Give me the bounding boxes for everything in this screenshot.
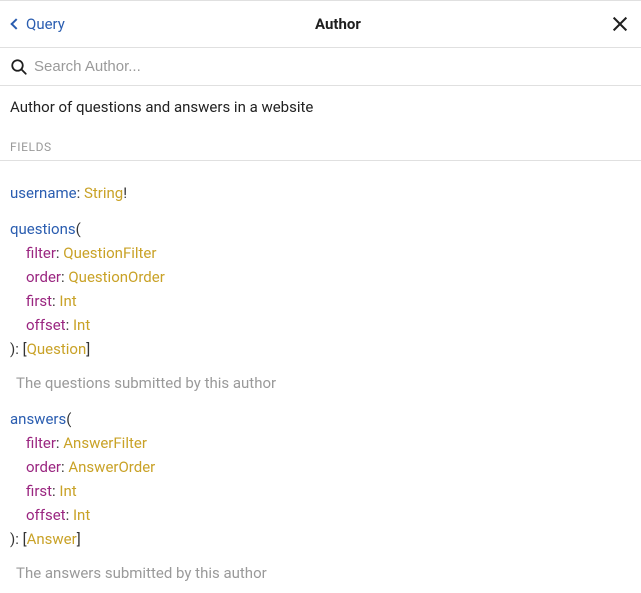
fields-list: username: String! questions( filter: Que… xyxy=(0,161,641,593)
arg-order[interactable]: order xyxy=(26,458,61,476)
arg-offset[interactable]: offset xyxy=(26,506,66,524)
arg-order[interactable]: order xyxy=(26,268,61,286)
type-int[interactable]: Int xyxy=(59,292,76,310)
back-label: Query xyxy=(26,15,65,33)
field-questions-description: The questions submitted by this author xyxy=(16,371,631,395)
arg-offset[interactable]: offset xyxy=(26,316,66,334)
nonnull-bang: ! xyxy=(123,184,127,202)
search-row xyxy=(0,48,641,86)
type-int[interactable]: Int xyxy=(59,482,76,500)
chevron-left-icon xyxy=(10,18,21,29)
type-description: Author of questions and answers in a web… xyxy=(0,86,641,130)
header-bar: Query Author xyxy=(0,0,641,48)
field-username: username: String! xyxy=(10,181,631,205)
close-paren: ): [ xyxy=(10,530,27,548)
colon: : xyxy=(77,184,84,202)
field-answers-description: The answers submitted by this author xyxy=(16,561,631,585)
page-title: Author xyxy=(315,15,361,33)
type-answerorder[interactable]: AnswerOrder xyxy=(68,458,155,476)
open-paren: ( xyxy=(76,220,81,238)
field-answers: answers( filter: AnswerFilter order: Ans… xyxy=(10,407,631,585)
arg-first[interactable]: first xyxy=(26,292,52,310)
type-string[interactable]: String xyxy=(84,184,123,202)
fields-section-label: FIELDS xyxy=(0,130,641,161)
type-int[interactable]: Int xyxy=(73,506,90,524)
field-questions: questions( filter: QuestionFilter order:… xyxy=(10,217,631,395)
close-button[interactable] xyxy=(611,15,629,33)
field-name-answers[interactable]: answers xyxy=(10,410,66,428)
type-questionorder[interactable]: QuestionOrder xyxy=(68,268,164,286)
arg-filter[interactable]: filter xyxy=(26,434,56,452)
search-icon xyxy=(10,58,28,76)
type-int[interactable]: Int xyxy=(73,316,90,334)
field-name-questions[interactable]: questions xyxy=(10,220,76,238)
arg-filter[interactable]: filter xyxy=(26,244,56,262)
type-answerfilter[interactable]: AnswerFilter xyxy=(63,434,147,452)
search-input[interactable] xyxy=(34,58,631,75)
type-question[interactable]: Question xyxy=(27,340,87,358)
field-name-username[interactable]: username xyxy=(10,184,77,202)
back-button[interactable]: Query xyxy=(12,15,65,33)
type-answer[interactable]: Answer xyxy=(27,530,77,548)
arg-first[interactable]: first xyxy=(26,482,52,500)
type-questionfilter[interactable]: QuestionFilter xyxy=(63,244,156,262)
open-paren: ( xyxy=(66,410,71,428)
close-paren: ): [ xyxy=(10,340,27,358)
